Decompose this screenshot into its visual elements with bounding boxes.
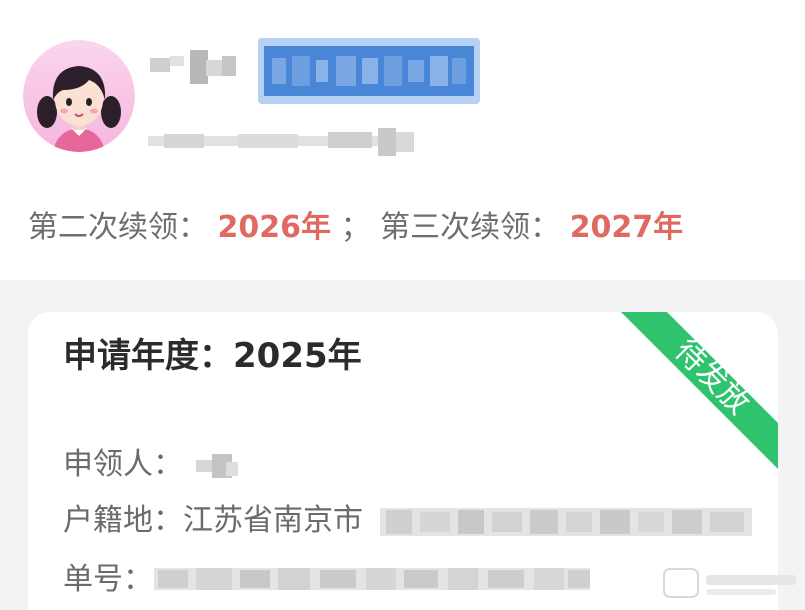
avatar[interactable] [23, 40, 135, 152]
phone-redacted [258, 38, 480, 104]
applicant-label: 申领人： [63, 447, 183, 482]
second-renewal-year: 2026年 [217, 210, 332, 245]
status-badge-text: 待发放 [668, 333, 756, 421]
name-redacted [150, 50, 236, 84]
renewal-separator: ； [340, 210, 371, 245]
third-renewal-year: 2027年 [569, 210, 684, 245]
application-year-title: 申请年度：2025年 [63, 336, 362, 376]
applicant-name-redacted [196, 454, 238, 478]
household-label: 户籍地： [63, 503, 183, 538]
status-badge: 待发放 [621, 312, 778, 469]
girl-avatar-icon [23, 40, 135, 152]
household-address-redacted [380, 508, 752, 536]
profile-header: 第二次续领： 2026年 ； 第三次续领： 2027年 [0, 0, 805, 280]
watermark-logo [663, 568, 796, 598]
order-number-label: 单号： [63, 562, 153, 597]
subtitle-redacted [148, 128, 414, 156]
order-number-redacted [154, 568, 590, 590]
order-number-row: 单号： [63, 560, 153, 600]
household-row: 户籍地：江苏省南京市 [63, 501, 363, 541]
renewal-schedule: 第二次续领： 2026年 ； 第三次续领： 2027年 [28, 208, 683, 248]
applicant-row: 申领人： [63, 445, 183, 485]
second-renewal-label: 第二次续领： [28, 210, 208, 245]
third-renewal-label: 第三次续领： [380, 210, 561, 245]
household-value: 江苏省南京市 [183, 503, 363, 538]
